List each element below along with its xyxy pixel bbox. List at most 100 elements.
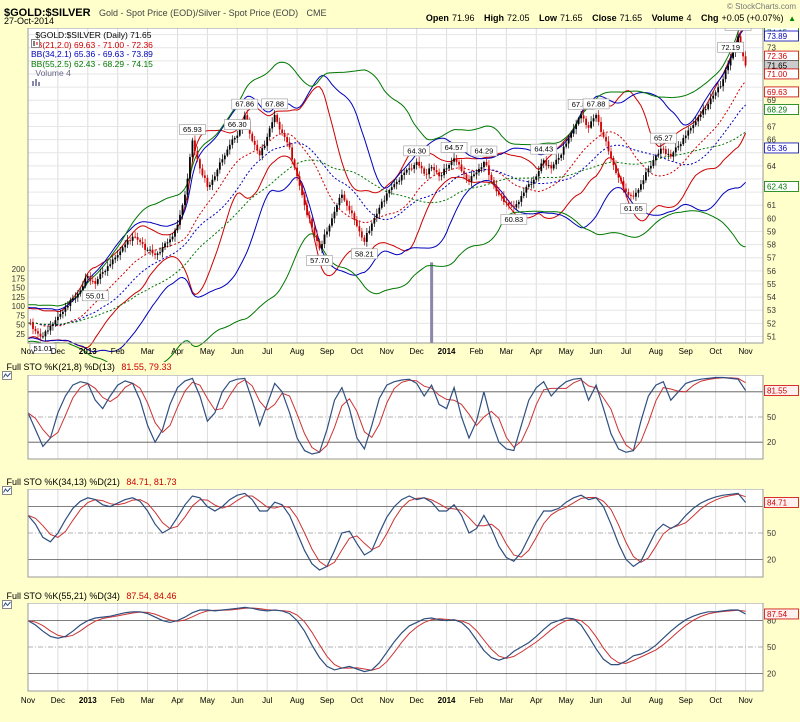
chg-value: +0.05 (+0.07%) <box>722 13 784 23</box>
svg-text:Jul: Jul <box>621 696 631 705</box>
svg-text:Dec: Dec <box>410 347 424 356</box>
svg-text:64.43: 64.43 <box>534 145 553 154</box>
svg-text:51: 51 <box>767 332 776 341</box>
chg-up-arrow-icon: ▲ <box>788 14 796 23</box>
svg-text:66.30: 66.30 <box>228 120 247 129</box>
svg-text:Aug: Aug <box>290 347 304 356</box>
svg-text:69: 69 <box>767 96 776 105</box>
svg-text:68.29: 68.29 <box>767 106 788 115</box>
svg-text:Nov: Nov <box>21 696 35 705</box>
svg-text:Apr: Apr <box>530 696 543 705</box>
svg-text:50: 50 <box>767 643 776 652</box>
svg-text:20: 20 <box>767 438 776 447</box>
svg-text:Aug: Aug <box>290 696 304 705</box>
svg-text:67.88: 67.88 <box>587 99 606 108</box>
svg-text:Apr: Apr <box>171 347 184 356</box>
svg-text:72.19: 72.19 <box>721 43 740 52</box>
svg-text:2013: 2013 <box>79 696 97 705</box>
svg-text:125: 125 <box>12 293 26 302</box>
chart-date: 27-Oct-2014 <box>4 16 54 26</box>
svg-text:25: 25 <box>16 330 25 339</box>
volume-label: Volume <box>652 13 684 23</box>
svg-text:Jul: Jul <box>262 347 272 356</box>
svg-text:50: 50 <box>767 529 776 538</box>
svg-text:Sep: Sep <box>320 696 335 705</box>
svg-text:54: 54 <box>767 293 776 302</box>
close-value: 71.65 <box>620 13 643 23</box>
open-value: 71.96 <box>452 13 475 23</box>
svg-text:175: 175 <box>12 274 26 283</box>
svg-text:61.65: 61.65 <box>624 204 643 213</box>
stoch2-canvas: 502084.71 <box>0 489 800 581</box>
svg-text:58: 58 <box>767 241 776 250</box>
svg-text:53: 53 <box>767 306 776 315</box>
svg-text:Nov: Nov <box>380 347 394 356</box>
svg-text:May: May <box>200 347 215 356</box>
svg-text:Mar: Mar <box>499 696 513 705</box>
svg-text:May: May <box>559 347 574 356</box>
svg-text:51.01: 51.01 <box>34 344 53 353</box>
volume-spike-bar <box>430 262 433 343</box>
svg-text:64.29: 64.29 <box>475 147 494 156</box>
svg-text:Nov: Nov <box>21 347 35 356</box>
stoch1-label: Full STO %K(21,8) %D(13) <box>7 362 115 372</box>
svg-text:Nov: Nov <box>380 696 394 705</box>
svg-text:50: 50 <box>767 413 776 422</box>
svg-text:Oct: Oct <box>351 347 364 356</box>
legend-volume: Volume 4 <box>35 68 70 78</box>
stoch3-header: Full STO %K(55,21) %D(34) 87.54, 84.46 <box>2 591 176 601</box>
svg-text:Feb: Feb <box>470 347 484 356</box>
high-label: High <box>484 13 504 23</box>
svg-text:58.21: 58.21 <box>355 249 374 258</box>
svg-text:Jun: Jun <box>231 696 244 705</box>
svg-text:Mar: Mar <box>141 696 155 705</box>
svg-text:72.36: 72.36 <box>767 52 788 61</box>
svg-text:81.55: 81.55 <box>767 386 788 395</box>
svg-text:Dec: Dec <box>51 696 65 705</box>
svg-text:Sep: Sep <box>320 347 335 356</box>
svg-text:Feb: Feb <box>111 696 125 705</box>
svg-text:60.83: 60.83 <box>504 215 523 224</box>
stoch1-header: Full STO %K(21,8) %D(13) 81.55, 79.33 <box>2 362 171 372</box>
svg-text:Dec: Dec <box>410 696 424 705</box>
svg-text:50: 50 <box>16 321 25 330</box>
svg-text:55.01: 55.01 <box>86 291 105 300</box>
svg-text:Oct: Oct <box>709 696 722 705</box>
svg-text:2013: 2013 <box>79 347 97 356</box>
svg-text:55: 55 <box>767 280 776 289</box>
svg-text:Aug: Aug <box>649 347 663 356</box>
svg-text:Apr: Apr <box>530 347 543 356</box>
svg-text:57: 57 <box>767 254 776 263</box>
copyright-text: © StockCharts.com <box>727 2 796 11</box>
chart-header: © StockCharts.com $GOLD:$SILVER Gold - S… <box>0 0 800 28</box>
svg-text:Jun: Jun <box>590 347 603 356</box>
svg-text:100: 100 <box>12 302 26 311</box>
svg-text:67.88: 67.88 <box>265 99 284 108</box>
volume-value: 4 <box>686 13 691 23</box>
svg-text:65.93: 65.93 <box>183 125 202 134</box>
svg-text:84.71: 84.71 <box>767 498 788 507</box>
svg-text:Feb: Feb <box>111 347 125 356</box>
svg-text:Jul: Jul <box>621 347 631 356</box>
stoch2-label: Full STO %K(34,13) %D(21) <box>7 477 120 487</box>
svg-text:Aug: Aug <box>649 696 663 705</box>
stoch3-canvas: 80502087.54NovDec2013FebMarAprMayJunJulA… <box>0 603 800 717</box>
svg-text:Sep: Sep <box>679 696 694 705</box>
svg-text:Oct: Oct <box>709 347 722 356</box>
svg-text:Mar: Mar <box>141 347 155 356</box>
svg-text:60: 60 <box>767 214 776 223</box>
svg-text:Mar: Mar <box>499 347 513 356</box>
svg-text:Sep: Sep <box>679 347 694 356</box>
svg-text:52: 52 <box>767 319 776 328</box>
svg-text:57.70: 57.70 <box>310 256 329 265</box>
svg-text:Jul: Jul <box>262 696 272 705</box>
svg-text:May: May <box>559 696 574 705</box>
high-value: 72.05 <box>507 13 530 23</box>
svg-text:May: May <box>200 696 215 705</box>
svg-text:61: 61 <box>767 201 776 210</box>
stoch1-values: 81.55, 79.33 <box>121 362 171 372</box>
exchange-label: CME <box>307 8 327 18</box>
svg-text:69.63: 69.63 <box>767 88 788 97</box>
main-chart-legend: $GOLD:$SILVER (Daily) 71.65 BB(21,2.0) 6… <box>31 31 153 79</box>
svg-text:67.86: 67.86 <box>235 100 254 109</box>
